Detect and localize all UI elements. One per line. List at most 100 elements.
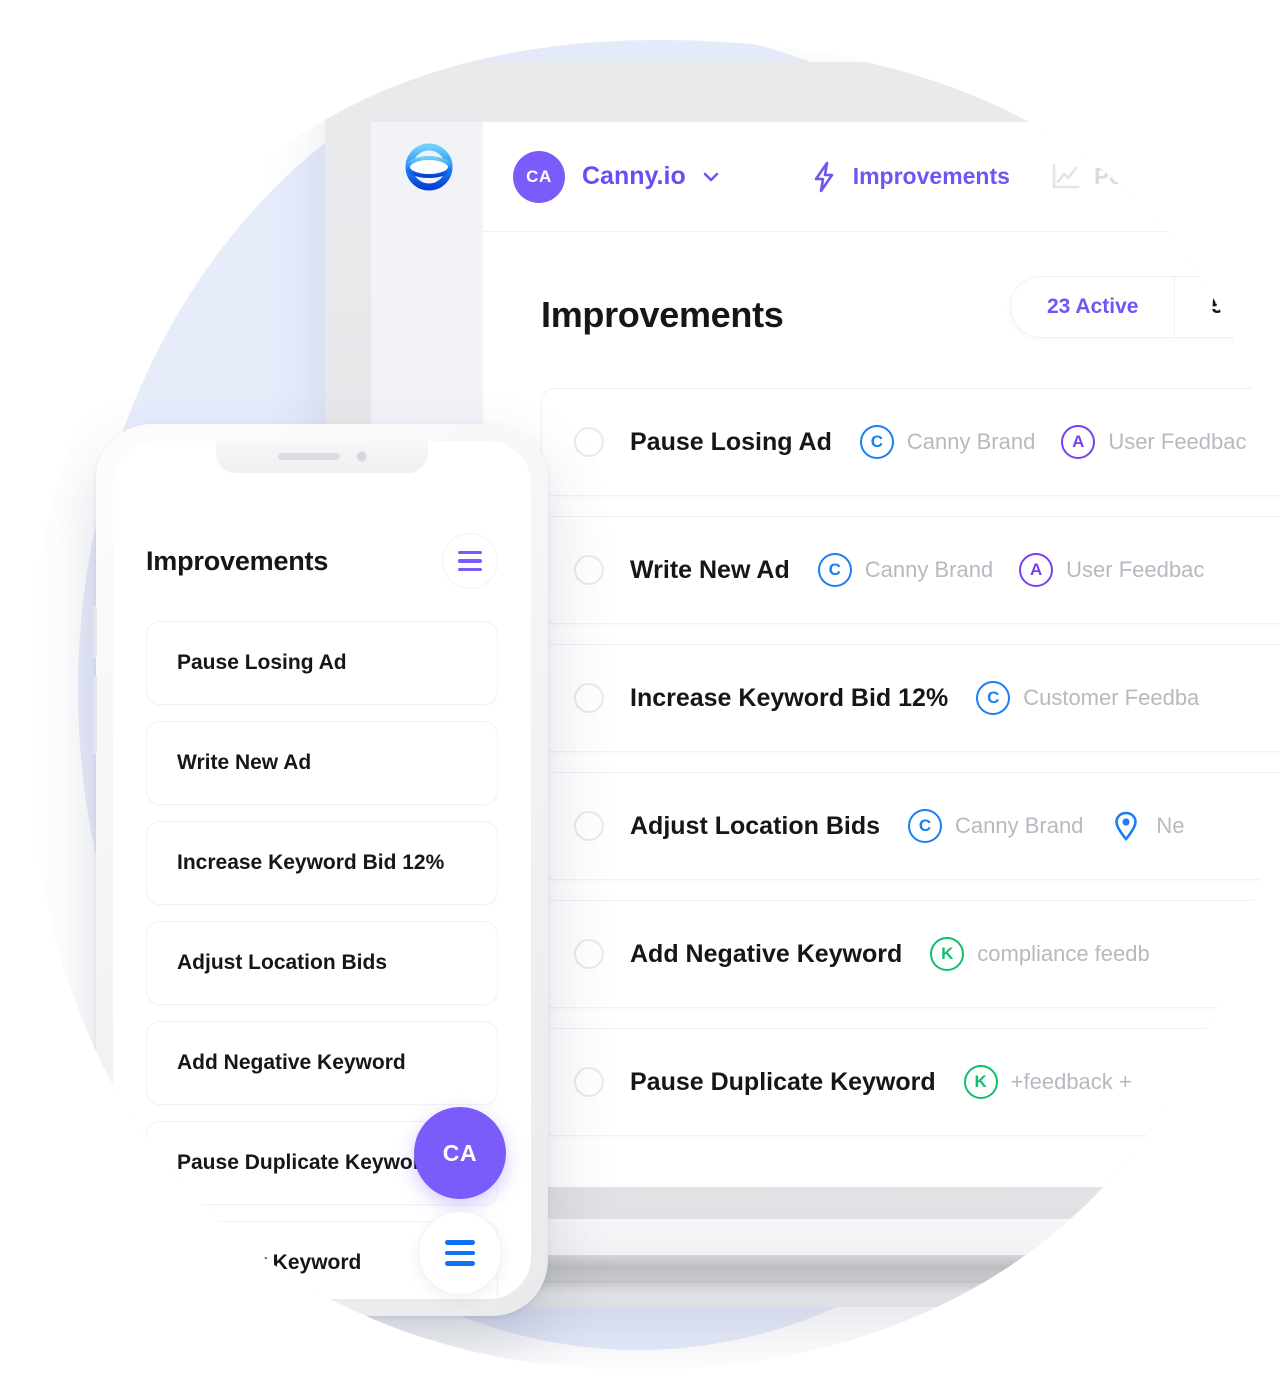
phone-mockup: Improvements Pause Losing Ad Write New Ad… [96,424,548,1316]
circle-unchecked-icon[interactable] [574,683,604,713]
table-row[interactable]: Increase Keyword Bid 12% C Customer Feedba [541,644,1280,752]
table-row[interactable]: Add Negative Keyword Kcompliance feedb [541,900,1280,1008]
row-tag-group: K +feedback + [964,1065,1158,1099]
desktop-page-header: Improvements 23 Active 58 Con [483,232,1280,336]
nav-item-performance-label: Per [1093,163,1132,189]
row-tag-group: C Canny Brand A User Feedbac [860,425,1273,459]
row-tag[interactable]: C Canny Brand [818,553,993,587]
menu-line [445,1240,475,1245]
phone-page-title: Improvements [146,545,329,576]
row-tag[interactable]: K +feedback + [964,1065,1132,1099]
blob-clip-mask: CA Canny.io Improvements Per Improvement… [0,0,1280,1400]
circle-c-icon: C [976,681,1010,715]
circle-a-icon: A [1061,425,1095,459]
list-item[interactable]: Pause Losing Ad [146,621,498,705]
row-tag[interactable]: C Customer Feedba [976,681,1199,715]
row-tag[interactable]: Kcompliance feedb [930,937,1149,971]
desktop-main-panel: CA Canny.io Improvements Per Improvement… [483,122,1280,1187]
phone-front-camera [356,451,367,462]
row-tag-label: Ne [1156,813,1185,838]
list-item-label: Increase Keyword Bid 12% [177,851,445,874]
row-tag-group: Kcompliance feedb [930,937,1175,971]
phone-avatar-fab[interactable]: CA [414,1107,506,1199]
map-pin-icon [1109,809,1143,843]
composition-stage: CA Canny.io Improvements Per Improvement… [0,0,1280,1400]
row-tag-group: C Canny Brand Ne [908,809,1211,843]
menu-line [445,1251,475,1256]
row-title: Pause Duplicate Keyword [630,1067,936,1096]
nav-item-performance[interactable]: Per [1050,161,1131,193]
list-item[interactable]: Add Negative Keyword [146,1021,498,1105]
list-item[interactable]: Adjust Location Bids [146,921,498,1005]
circle-unchecked-icon[interactable] [574,811,604,841]
row-title: Pause Losing Ad [630,427,832,456]
row-tag[interactable]: Ne [1109,809,1184,843]
menu-line [458,551,482,555]
circle-k-icon: K [930,937,964,971]
list-item[interactable]: Write New Ad [146,721,498,805]
line-chart-icon [1050,161,1080,193]
circle-unchecked-icon[interactable] [574,555,604,585]
table-row[interactable]: Pause Duplicate Keyword K +feedback + [541,1028,1280,1136]
row-tag-label: compliance feedb [977,941,1150,966]
row-tag-label: Canny Brand [906,429,1036,454]
chevron-down-icon[interactable] [701,167,721,187]
row-title: Write New Ad [630,555,790,584]
circle-c-icon: C [908,809,942,843]
menu-line [458,568,482,572]
improvements-list: Pause Losing Ad C Canny Brand A User Feedbac… [483,388,1280,1136]
table-row[interactable]: Write New Ad C Canny Brand A User Feedbac [541,516,1280,624]
circle-unchecked-icon[interactable] [574,427,604,457]
row-tag[interactable]: C Canny Brand [860,425,1035,459]
row-title: Increase Keyword Bid 12% [630,683,949,712]
list-item-label: Adjust Location Bids [177,951,387,974]
circle-unchecked-icon[interactable] [574,939,604,969]
list-item[interactable]: Increase Keyword Bid 12% [146,821,498,905]
row-title: Add Negative Keyword [630,939,903,968]
circle-k-icon: K [964,1065,998,1099]
page-title: Improvements [541,294,784,335]
list-item-label: Add New Keyword [177,1251,362,1274]
phone-speaker-grille [278,453,340,460]
row-tag-label: Canny Brand [955,813,1084,838]
tab-active[interactable]: 23 Active [1011,277,1174,337]
org-name-label[interactable]: Canny.io [582,162,686,191]
row-tag[interactable]: C Canny Brand [908,809,1083,843]
phone-volume-up-button[interactable] [93,606,97,658]
canny-logo-icon [405,143,453,191]
row-tag-label: Canny Brand [864,557,994,582]
circle-a-icon: A [1019,553,1053,587]
hamburger-menu-icon[interactable] [442,533,498,589]
tab-completed[interactable]: 58 Con [1174,277,1280,337]
list-item-label: Pause Losing Ad [177,651,347,674]
menu-line [445,1261,475,1266]
row-tag[interactable]: A User Feedbac [1019,553,1204,587]
circle-unchecked-icon[interactable] [574,1067,604,1097]
table-row[interactable]: Adjust Location Bids C Canny Brand Ne [541,772,1280,880]
phone-menu-fab[interactable] [418,1211,502,1295]
status-tab-group: 23 Active 58 Con [1010,276,1280,338]
row-tag-label: +feedback + [1010,1069,1132,1094]
circle-c-icon: C [818,553,852,587]
row-title: Adjust Location Bids [630,811,880,840]
circle-c-icon: C [860,425,894,459]
org-avatar[interactable]: CA [513,151,565,203]
desktop-nav: Improvements Per [809,161,1171,193]
desktop-topbar: CA Canny.io Improvements Per [483,122,1280,232]
list-item-label: Write New Ad [177,751,312,774]
list-item-label: Add Negative Keyword [177,1051,406,1074]
row-tag-group: C Customer Feedba [976,681,1225,715]
phone-volume-down-button[interactable] [93,676,97,754]
row-tag-label: User Feedbac [1108,429,1247,454]
menu-line [458,559,482,563]
phone-notch [216,441,428,473]
row-tag-label: User Feedbac [1066,557,1205,582]
row-tag[interactable]: A User Feedbac [1061,425,1246,459]
nav-item-improvements[interactable]: Improvements [809,161,1010,193]
row-tag-label: Customer Feedba [1023,685,1200,710]
table-row[interactable]: Pause Losing Ad C Canny Brand A User Feedbac [541,388,1280,496]
list-item-label: Pause Duplicate Keyword [177,1151,434,1174]
row-tag-group: C Canny Brand A User Feedbac [818,553,1231,587]
lightning-bolt-icon [809,161,839,193]
nav-item-improvements-label: Improvements [852,163,1010,189]
